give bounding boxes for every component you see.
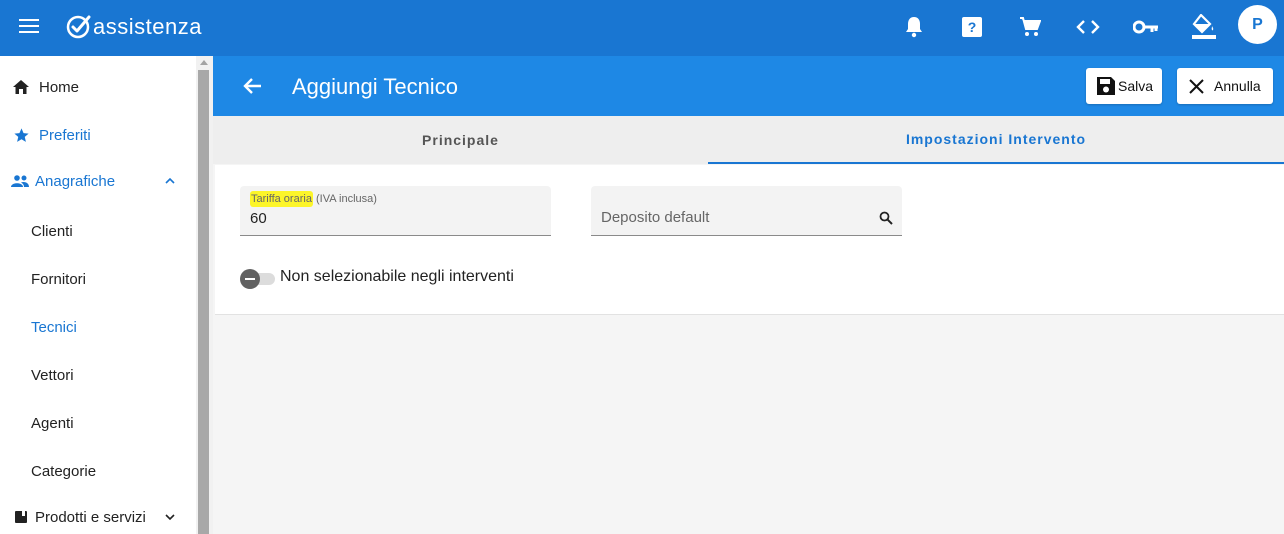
label-suffix: (IVA inclusa) — [312, 193, 377, 205]
page-title: Aggiungi Tecnico — [292, 74, 458, 99]
sidebar-item-label: Categorie — [31, 462, 97, 480]
chevron-down-icon[interactable] — [163, 510, 177, 524]
sidebar-item-home[interactable]: Home — [0, 65, 196, 109]
sidebar-item-clienti[interactable]: Clienti — [0, 209, 196, 253]
book-icon — [12, 508, 30, 526]
search-icon[interactable] — [879, 211, 893, 225]
toggle-thumb — [240, 269, 260, 289]
tab-bar: Principale Impostazioni Intervento — [213, 116, 1284, 164]
svg-text:?: ? — [968, 19, 977, 35]
top-app-bar: assistenza ? P — [0, 0, 1284, 56]
form-card: Tariffa oraria (IVA inclusa) 60 Deposito… — [215, 165, 1284, 315]
sidebar: Home Preferiti Anagrafiche Clienti Forni… — [0, 56, 196, 534]
page-header: Aggiungi Tecnico Salva Annulla — [213, 56, 1284, 116]
star-icon — [12, 126, 30, 144]
sidebar-item-tecnici[interactable]: Tecnici — [0, 305, 196, 349]
cart-icon[interactable] — [1015, 12, 1045, 42]
sidebar-item-label: Clienti — [31, 222, 73, 240]
sidebar-item-label: Preferiti — [39, 126, 91, 144]
sidebar-item-label: Prodotti e servizi — [35, 508, 146, 526]
not-selectable-label: Non selezionabile negli interventi — [280, 268, 514, 285]
sidebar-item-prodotti-e-servizi[interactable]: Prodotti e servizi — [0, 495, 196, 534]
save-button[interactable]: Salva — [1086, 68, 1162, 104]
save-button-label: Salva — [1118, 78, 1154, 94]
brand-logo[interactable]: assistenza — [66, 13, 202, 40]
key-icon[interactable] — [1131, 12, 1161, 42]
chevron-up-icon[interactable] — [163, 174, 177, 188]
sidebar-item-agenti[interactable]: Agenti — [0, 401, 196, 445]
sidebar-item-label: Vettori — [31, 366, 74, 384]
tab-impostazioni-intervento[interactable]: Impostazioni Intervento — [708, 116, 1284, 164]
sidebar-item-vettori[interactable]: Vettori — [0, 353, 196, 397]
sidebar-scrollbar[interactable] — [196, 56, 213, 534]
sidebar-item-label: Home — [39, 78, 80, 96]
brand-name: assistenza — [93, 14, 202, 39]
sidebar-item-categorie[interactable]: Categorie — [0, 449, 196, 493]
sidebar-item-label: Agenti — [31, 414, 74, 432]
hourly-rate-field[interactable]: Tariffa oraria (IVA inclusa) 60 — [240, 186, 551, 236]
back-arrow-icon[interactable] — [241, 74, 265, 98]
help-icon[interactable]: ? — [957, 12, 987, 42]
hourly-rate-value[interactable]: 60 — [250, 210, 267, 227]
cancel-button[interactable]: Annulla — [1177, 68, 1273, 104]
hourly-rate-label: Tariffa oraria (IVA inclusa) — [250, 191, 377, 207]
home-icon — [12, 78, 30, 96]
sidebar-item-anagrafiche[interactable]: Anagrafiche — [0, 159, 196, 203]
not-selectable-toggle[interactable] — [240, 268, 278, 289]
deposit-default-placeholder: Deposito default — [601, 209, 710, 226]
sidebar-item-label: Tecnici — [31, 318, 77, 336]
sidebar-item-preferiti[interactable]: Preferiti — [0, 113, 196, 157]
highlighted-label-text: Tariffa oraria — [250, 191, 313, 207]
people-icon — [11, 172, 29, 190]
hamburger-icon[interactable] — [19, 17, 41, 33]
bell-icon[interactable] — [899, 12, 929, 42]
deposit-default-field[interactable]: Deposito default — [591, 186, 902, 236]
close-icon — [1189, 79, 1204, 94]
avatar[interactable]: P — [1238, 5, 1277, 44]
cancel-button-label: Annulla — [1214, 78, 1261, 94]
scrollbar-thumb[interactable] — [198, 70, 209, 534]
tab-principale[interactable]: Principale — [213, 116, 708, 164]
check-circle-icon — [66, 15, 91, 38]
sidebar-item-label: Anagrafiche — [35, 172, 116, 190]
save-icon — [1097, 77, 1115, 95]
sidebar-item-label: Fornitori — [31, 270, 87, 288]
sidebar-item-fornitori[interactable]: Fornitori — [0, 257, 196, 301]
scroll-up-arrow-icon[interactable] — [200, 60, 208, 65]
code-icon[interactable] — [1073, 12, 1103, 42]
paint-bucket-icon[interactable] — [1189, 12, 1219, 42]
